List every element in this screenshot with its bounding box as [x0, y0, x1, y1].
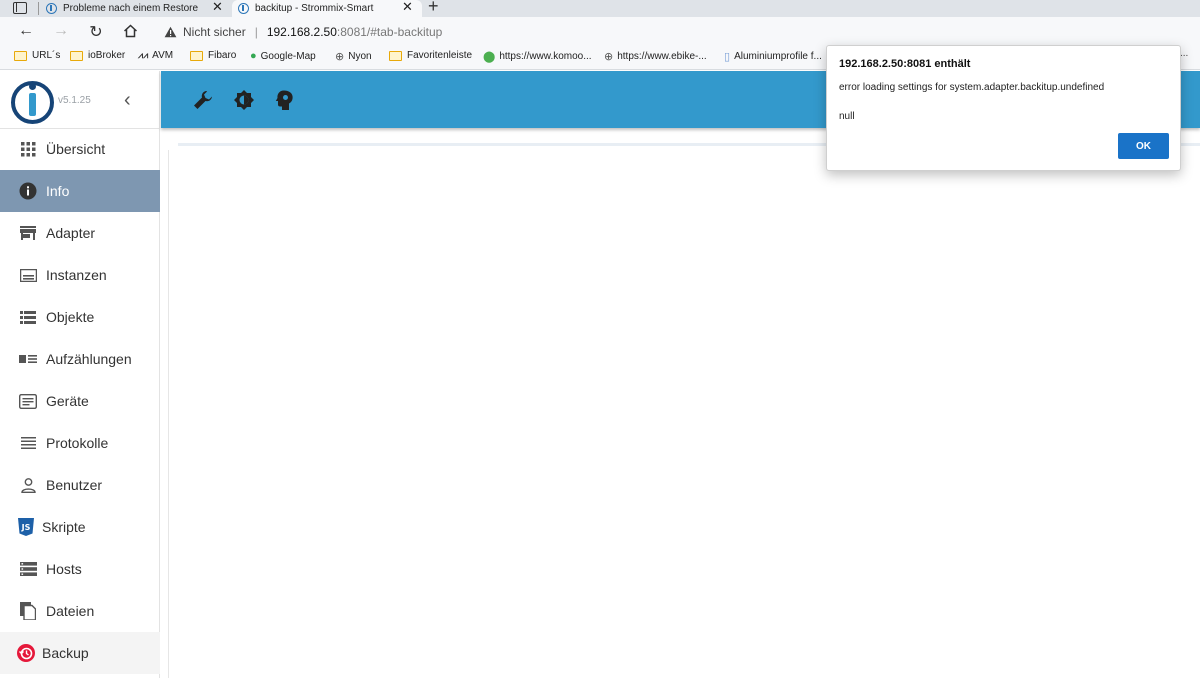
bookmarks-more[interactable]: ...: [1180, 48, 1188, 59]
dialog-message: error loading settings for system.adapte…: [839, 82, 1105, 93]
iobroker-logo[interactable]: [11, 81, 54, 124]
version-label: v5.1.25: [58, 95, 91, 106]
list-icon: [19, 308, 37, 326]
dialog-title: 192.168.2.50:8081 enthält: [839, 58, 971, 70]
bookmark-fibaro[interactable]: Fibaro: [190, 50, 236, 61]
grid-icon: [19, 140, 37, 158]
sidebar-item-label: Info: [46, 183, 70, 199]
globe-icon: ⊕: [335, 51, 345, 63]
alert-dialog: 192.168.2.50:8081 enthält error loading …: [826, 45, 1181, 171]
map-pin-icon: ●: [250, 50, 257, 62]
bookmark-google-map[interactable]: ● Google-Map: [250, 50, 316, 62]
log-icon: [19, 434, 37, 452]
store-icon: [19, 224, 37, 242]
devices-icon: [19, 392, 37, 410]
bookmark-komoot[interactable]: ⬤ https://www.komoo...: [483, 50, 592, 63]
enum-icon: [19, 350, 37, 368]
iobroker-favicon-icon: [238, 3, 249, 14]
folder-icon: [190, 50, 203, 61]
warning-icon: [164, 26, 177, 38]
instances-icon: [19, 266, 37, 284]
wrench-icon[interactable]: [192, 89, 214, 111]
bookmark-aluminiumprofile[interactable]: ▯ Aluminiumprofile f...: [724, 50, 822, 63]
sidebar-item-info[interactable]: Info: [0, 170, 160, 212]
close-tab-icon[interactable]: ✕: [212, 0, 223, 15]
sidebar-item-label: Dateien: [46, 603, 95, 619]
browser-tab-bar: Probleme nach einem Restore ✕ backitup -…: [0, 0, 1200, 17]
sidebar-header: v5.1.25 ‹: [0, 71, 160, 129]
folder-icon: [14, 50, 27, 61]
tab-label: backitup - Strommix-Smart: [255, 3, 374, 14]
bookmark-nyon[interactable]: ⊕ Nyon: [335, 50, 372, 63]
sidebar-item-label: Backup: [42, 645, 89, 661]
server-icon: [19, 560, 37, 578]
bookmark-favoritenleiste[interactable]: Favoritenleiste: [389, 50, 472, 61]
content-divider: [168, 150, 169, 678]
sidebar: v5.1.25 ‹ Übersicht Info Adapter Instanz…: [0, 71, 160, 678]
sidebar-item-hosts[interactable]: Hosts: [0, 548, 160, 590]
address-bar-row: ← → ↻ Nicht sicher | 192.168.2.50:8081/#…: [0, 17, 1200, 46]
sidebar-item-objekte[interactable]: Objekte: [0, 296, 160, 338]
sidebar-item-label: Hosts: [46, 561, 82, 577]
javascript-icon: JS: [17, 518, 35, 536]
sidebar-item-dateien[interactable]: Dateien: [0, 590, 160, 632]
svg-text:JS: JS: [21, 523, 31, 532]
sidebar-item-label: Adapter: [46, 225, 96, 241]
tab-label: Probleme nach einem Restore: [63, 3, 199, 14]
sidebar-item-label: Instanzen: [46, 267, 107, 283]
sidebar-item-label: Skripte: [42, 519, 86, 535]
sidebar-item-aufzaehlungen[interactable]: Aufzählungen: [0, 338, 160, 380]
globe-icon: ⊕: [604, 51, 614, 63]
brightness-icon[interactable]: [233, 89, 255, 111]
komoot-icon: ⬤: [483, 51, 496, 63]
ok-button[interactable]: OK: [1118, 133, 1169, 159]
tab-probleme[interactable]: Probleme nach einem Restore ✕: [46, 0, 232, 17]
sidebar-item-label: Protokolle: [46, 435, 109, 451]
backup-icon: [17, 644, 35, 662]
home-icon[interactable]: [123, 24, 138, 38]
bookmark-avm[interactable]: ⩘⩘ AVM: [138, 50, 173, 61]
expert-mode-icon[interactable]: [274, 89, 296, 111]
dialog-detail: null: [839, 111, 855, 122]
bookmark-ebike[interactable]: ⊕ https://www.ebike-...: [604, 50, 707, 63]
sidebar-item-adapter[interactable]: Adapter: [0, 212, 160, 254]
user-icon: [19, 476, 37, 494]
sidebar-item-label: Geräte: [46, 393, 89, 409]
new-tab-button[interactable]: +: [428, 0, 439, 17]
iobroker-favicon-icon: [46, 3, 57, 14]
tab-backitup[interactable]: backitup - Strommix-Smart ✕: [232, 0, 422, 17]
bookmark-iobroker[interactable]: ioBroker: [70, 50, 125, 61]
url-field[interactable]: Nicht sicher | 192.168.2.50:8081/#tab-ba…: [150, 20, 1190, 44]
tab-divider: [38, 2, 39, 15]
sidebar-item-uebersicht[interactable]: Übersicht: [0, 128, 160, 170]
url-separator: |: [254, 25, 258, 39]
close-tab-icon[interactable]: ✕: [402, 0, 413, 15]
folder-icon: [70, 50, 83, 61]
avm-logo-icon: ⩘⩘: [138, 50, 149, 60]
info-icon: [19, 182, 37, 200]
back-arrow-icon[interactable]: ←: [17, 22, 35, 40]
sidebar-item-label: Benutzer: [46, 477, 103, 493]
folder-icon: [389, 50, 402, 61]
sidebar-item-skripte[interactable]: JS Skripte: [0, 506, 160, 548]
sidebar-item-benutzer[interactable]: Benutzer: [0, 464, 160, 506]
files-icon: [19, 602, 37, 620]
collapse-sidebar-icon[interactable]: ‹: [124, 89, 131, 112]
page-icon: ▯: [724, 51, 731, 63]
url-path: :8081/#tab-backitup: [336, 25, 443, 39]
sidebar-item-geraete[interactable]: Geräte: [0, 380, 160, 422]
forward-arrow-icon[interactable]: →: [52, 22, 70, 40]
reload-icon[interactable]: ↻: [87, 22, 105, 42]
tab-actions-icon[interactable]: [13, 2, 27, 14]
sidebar-item-protokolle[interactable]: Protokolle: [0, 422, 160, 464]
security-label: Nicht sicher: [183, 25, 246, 39]
url-host: 192.168.2.50: [266, 25, 337, 39]
sidebar-item-label: Übersicht: [46, 141, 106, 157]
bookmark-urls[interactable]: URL´s: [14, 50, 60, 61]
sidebar-item-instanzen[interactable]: Instanzen: [0, 254, 160, 296]
sidebar-item-label: Aufzählungen: [46, 351, 132, 367]
sidebar-item-backup[interactable]: Backup: [0, 632, 160, 674]
sidebar-item-label: Objekte: [46, 309, 95, 325]
